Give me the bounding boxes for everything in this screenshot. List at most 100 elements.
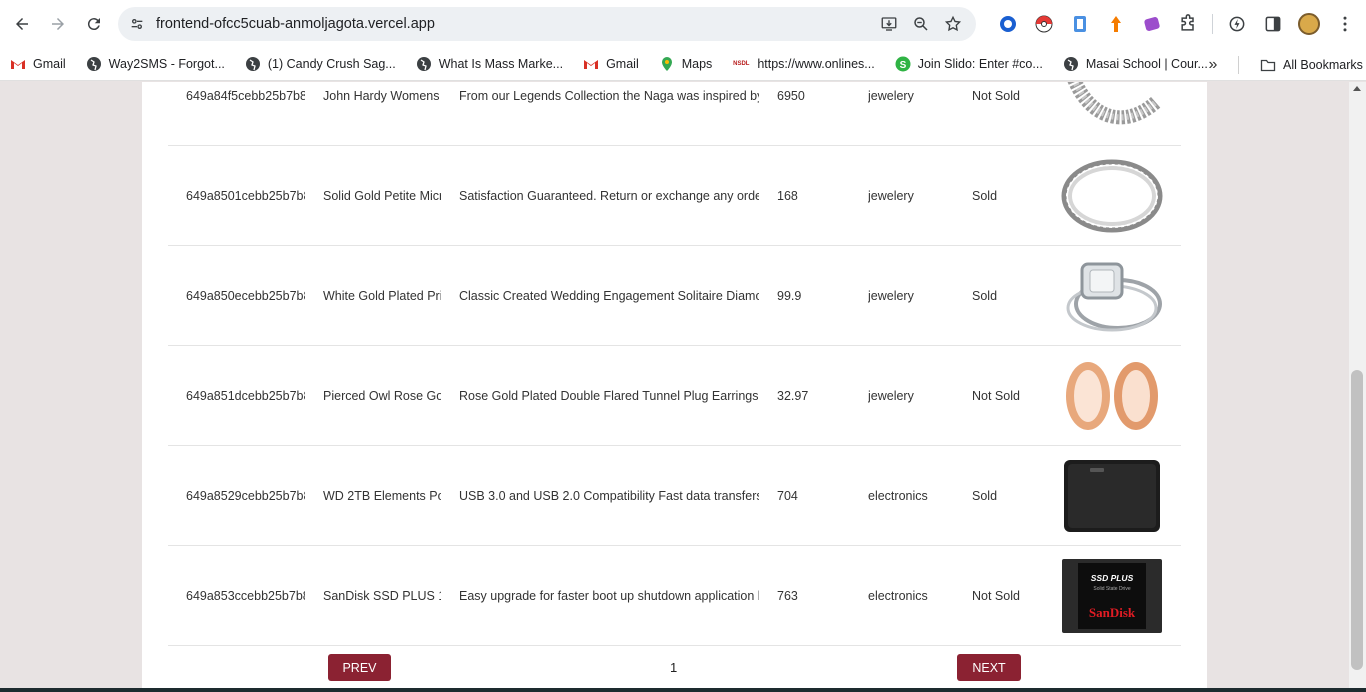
product-title: John Hardy Womens L	[323, 89, 441, 103]
bookmark-gmail[interactable]: Gmail	[0, 51, 76, 77]
bookmark-label: Join Slido: Enter #co...	[917, 57, 1043, 71]
extension-purple-icon[interactable]	[1134, 8, 1170, 40]
prev-button[interactable]: PREV	[328, 654, 391, 681]
extension-blue-circle-icon[interactable]	[990, 8, 1026, 40]
product-id: 649a8501cebb25b7b8	[186, 189, 305, 203]
ssd-body: SSD PLUS Solid State Drive SanDisk	[1062, 559, 1162, 633]
back-button[interactable]	[4, 6, 40, 42]
forward-button[interactable]	[40, 6, 76, 42]
bookmark-gmail-2[interactable]: Gmail	[573, 51, 649, 77]
address-bar[interactable]: frontend-ofcc5cuab-anmoljagota.vercel.ap…	[118, 7, 976, 41]
product-title: Pierced Owl Rose Gold	[323, 389, 441, 403]
scrollbar-thumb[interactable]	[1351, 370, 1363, 670]
product-description: Classic Created Wedding Engagement Solit…	[459, 289, 759, 303]
bookmark-label: Gmail	[33, 57, 66, 71]
bookmark-nsdl[interactable]: NSDL https://www.onlines...	[722, 51, 884, 77]
menu-kebab-icon[interactable]	[1327, 8, 1363, 40]
product-status: Sold	[972, 189, 998, 203]
all-bookmarks-button[interactable]: All Bookmarks	[1250, 52, 1366, 78]
bookmark-label: Masai School | Cour...	[1085, 57, 1208, 71]
vertical-scrollbar[interactable]	[1349, 82, 1366, 692]
product-status: Sold	[972, 289, 998, 303]
maps-icon	[659, 56, 675, 72]
side-panel-icon[interactable]	[1255, 8, 1291, 40]
bookmark-way2sms[interactable]: Way2SMS - Forgot...	[76, 51, 235, 77]
product-category: jewelery	[868, 89, 914, 103]
table-row: 649a8529cebb25b7b8 WD 2TB Elements Port …	[168, 446, 1181, 546]
product-description: From our Legends Collection the Naga was…	[459, 89, 759, 103]
bookmark-masai-school[interactable]: Masai School | Cour...	[1053, 51, 1218, 77]
bookmarks-overflow-button[interactable]: »	[1200, 52, 1226, 78]
arrow-left-icon	[16, 18, 28, 30]
bookmark-label: Way2SMS - Forgot...	[108, 57, 225, 71]
product-description: USB 3.0 and USB 2.0 Compatibility Fast d…	[459, 489, 759, 503]
extension-orange-icon[interactable]	[1098, 8, 1134, 40]
product-title: SanDisk SSD PLUS 1TB	[323, 589, 441, 603]
globe-icon	[245, 56, 261, 72]
product-id: 649a84f5cebb25b7b8c	[186, 89, 305, 103]
bookmark-label: https://www.onlines...	[757, 57, 875, 71]
page-number: 1	[670, 660, 678, 675]
product-id: 649a853ccebb25b7b8	[186, 589, 305, 603]
product-category: jewelery	[868, 289, 914, 303]
bookmarks-bar: Gmail Way2SMS - Forgot... (1) Candy Crus…	[0, 48, 1366, 81]
product-status: Not Sold	[972, 589, 1020, 603]
bookmark-maps[interactable]: Maps	[649, 51, 723, 77]
product-description: Satisfaction Guaranteed. Return or excha…	[459, 189, 759, 203]
product-title: WD 2TB Elements Port	[323, 489, 441, 503]
bookmark-slido[interactable]: S Join Slido: Enter #co...	[885, 51, 1053, 77]
product-price: 704	[777, 489, 798, 503]
extensions-area	[990, 8, 1363, 40]
globe-icon	[416, 56, 432, 72]
bookmark-mass-marketing[interactable]: What Is Mass Marke...	[406, 51, 573, 77]
gmail-icon	[583, 56, 599, 72]
bookmark-candy-crush[interactable]: (1) Candy Crush Sag...	[235, 51, 406, 77]
table-row: 649a853ccebb25b7b8 SanDisk SSD PLUS 1TB …	[168, 546, 1181, 646]
next-button[interactable]: NEXT	[957, 654, 1021, 681]
ssd-brand-label: SanDisk	[1088, 605, 1136, 620]
table-row: 649a850ecebb25b7b8 White Gold Plated Pri…	[168, 246, 1181, 346]
product-description: Rose Gold Plated Double Flared Tunnel Pl…	[459, 389, 759, 403]
svg-text:S: S	[899, 60, 906, 71]
extensions-puzzle-icon[interactable]	[1170, 8, 1206, 40]
ssd-model-label: SSD PLUS	[1090, 573, 1134, 583]
product-id: 649a851dcebb25b7b8	[186, 389, 305, 403]
bookmark-label: Maps	[681, 57, 713, 71]
performance-icon[interactable]	[1219, 8, 1255, 40]
product-category: jewelery	[868, 189, 914, 203]
product-title: White Gold Plated Prin	[323, 289, 441, 303]
bookmarks-separator	[1238, 56, 1239, 74]
zoom-icon[interactable]	[910, 13, 932, 35]
product-price: 6950	[777, 89, 805, 103]
globe-icon	[86, 56, 102, 72]
site-settings-icon[interactable]	[122, 9, 152, 39]
product-status: Not Sold	[972, 89, 1020, 103]
url-text: frontend-ofcc5cuab-anmoljagota.vercel.ap…	[156, 16, 435, 32]
bookmark-label: (1) Candy Crush Sag...	[267, 57, 396, 71]
extension-doc-icon[interactable]	[1062, 8, 1098, 40]
page-viewport: 649a84f5cebb25b7b8c John Hardy Womens L …	[0, 82, 1349, 692]
product-image-diamond-ring	[1060, 246, 1164, 346]
product-category: electronics	[868, 589, 928, 603]
nsdl-icon: NSDL	[733, 61, 750, 67]
reload-button[interactable]	[76, 6, 112, 42]
pagination: PREV 1 NEXT	[142, 646, 1207, 692]
scroll-up-arrow-icon[interactable]	[1353, 86, 1361, 91]
product-image-sandisk-ssd: SSD PLUS Solid State Drive SanDisk	[1060, 546, 1164, 646]
folder-icon	[1260, 57, 1276, 73]
product-id: 649a8529cebb25b7b8	[186, 489, 305, 503]
ssd-tagline: Solid State Drive	[1093, 586, 1131, 592]
arrow-right-icon	[52, 18, 64, 30]
install-app-icon[interactable]	[878, 13, 900, 35]
slido-icon: S	[895, 56, 911, 72]
gmail-icon	[10, 56, 26, 72]
table-row: 649a84f5cebb25b7b8c John Hardy Womens L …	[168, 82, 1181, 146]
pokeball-icon[interactable]	[1026, 8, 1062, 40]
toolbar-separator	[1212, 14, 1213, 34]
bookmark-label: Gmail	[606, 57, 639, 71]
product-price: 99.9	[777, 289, 802, 303]
profile-avatar[interactable]	[1291, 8, 1327, 40]
bookmark-star-icon[interactable]	[942, 13, 964, 35]
product-price: 168	[777, 189, 798, 203]
table-row: 649a851dcebb25b7b8 Pierced Owl Rose Gold…	[168, 346, 1181, 446]
